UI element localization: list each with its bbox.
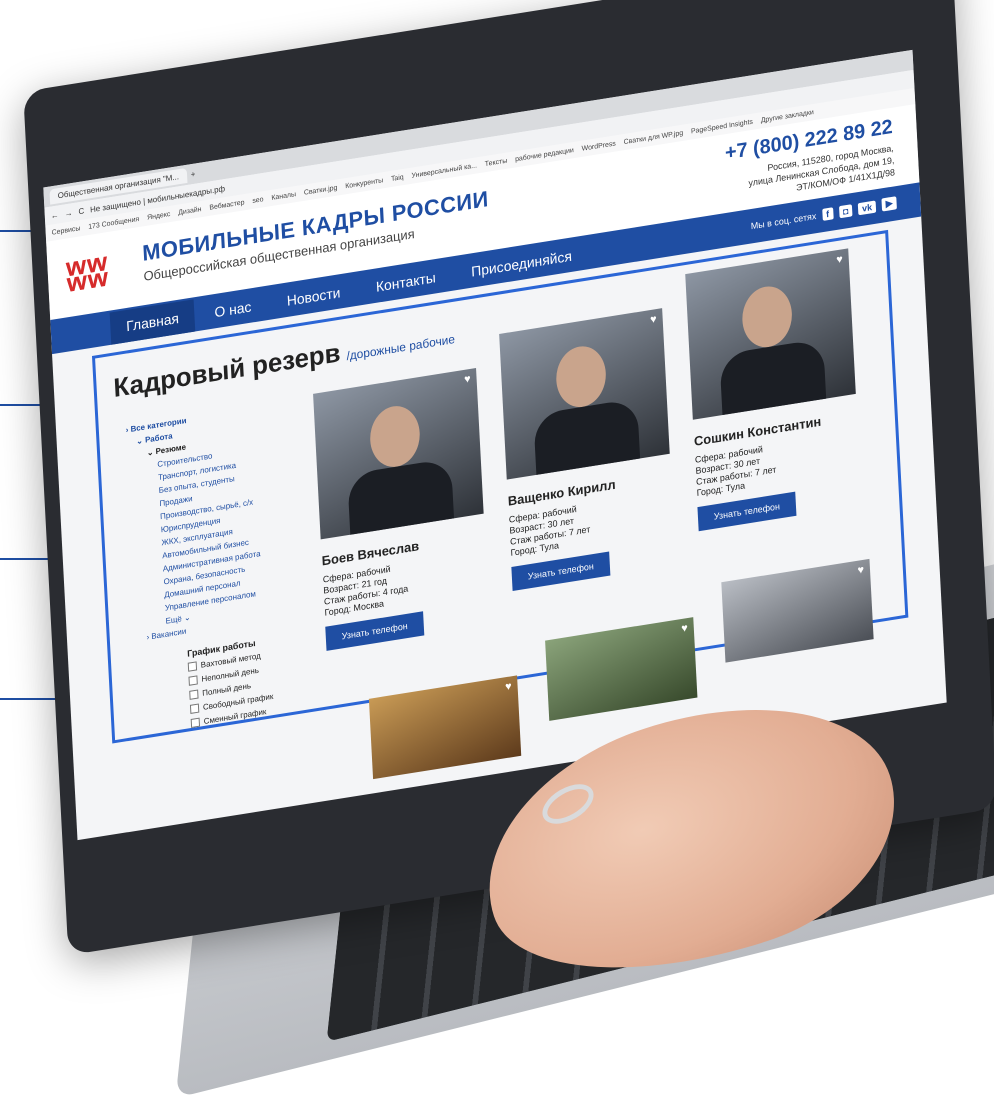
forward-icon[interactable]: → (64, 208, 72, 218)
bookmark-item[interactable]: Тексты (485, 157, 508, 168)
bookmark-item[interactable]: Taiq (391, 173, 404, 182)
favorite-heart-icon[interactable]: ♥ (464, 373, 471, 386)
youtube-icon[interactable]: ▶ (881, 196, 897, 212)
instagram-icon[interactable]: ◘ (838, 203, 853, 218)
bookmark-item[interactable]: seo (252, 196, 264, 205)
candidate-photo[interactable]: ♥ (685, 248, 856, 420)
bookmark-item[interactable]: Каналы (271, 191, 296, 202)
bookmark-item[interactable]: Конкуренты (345, 177, 383, 190)
checkbox[interactable] (187, 661, 198, 673)
checkbox[interactable] (188, 675, 198, 687)
checkbox[interactable] (189, 689, 199, 701)
facebook-icon[interactable]: f (821, 206, 834, 221)
candidate-photo[interactable]: ♥ (313, 368, 484, 540)
bookmark-item[interactable]: Дизайн (178, 205, 202, 216)
bookmark-item[interactable]: Сервисы (51, 225, 80, 237)
candidate-photo[interactable]: ♥ (499, 308, 670, 480)
favorite-heart-icon[interactable]: ♥ (505, 680, 512, 693)
category-sidebar: › Все категории ⌄ Работа ⌄ Резюме Строит… (125, 397, 305, 646)
back-icon[interactable]: ← (51, 210, 59, 220)
social-label: Мы в соц. сетях (750, 210, 817, 231)
candidate-card: ♥ Боев Вячеслав Сфера: рабочий Возраст: … (313, 368, 489, 651)
candidate-card: ♥ Ващенко Кирилл Сфера: рабочий Возраст:… (499, 308, 675, 592)
candidate-card: ♥ Сошкин Константин Сфера: рабочий Возра… (685, 248, 861, 532)
bookmark-item[interactable]: Яндекс (147, 210, 171, 221)
favorite-heart-icon[interactable]: ♥ (836, 253, 843, 266)
schedule-filter: График работы Вахтовый метод Неполный де… (187, 634, 275, 732)
favorite-heart-icon[interactable]: ♥ (681, 622, 688, 635)
checkbox[interactable] (190, 717, 201, 729)
bookmark-item[interactable]: Сватки.jpg (304, 184, 338, 196)
favorite-heart-icon[interactable]: ♥ (857, 564, 864, 577)
new-tab-icon[interactable]: + (191, 169, 196, 179)
bookmark-item[interactable]: WordPress (582, 140, 616, 152)
logo-icon[interactable]: ʬʬ (65, 250, 110, 302)
reload-icon[interactable]: C (78, 206, 84, 216)
vk-icon[interactable]: vk (857, 199, 877, 215)
checkbox[interactable] (189, 703, 200, 715)
favorite-heart-icon[interactable]: ♥ (650, 313, 657, 326)
bookmark-item[interactable]: Вебмастер (209, 199, 244, 212)
